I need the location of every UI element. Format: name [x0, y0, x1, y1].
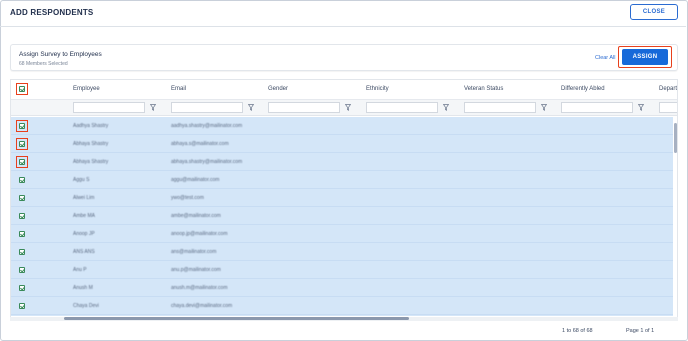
table-row[interactable]: Aadhya Shastry aadhya.shastry@mailinator… — [11, 117, 673, 135]
employee-email: abhaya.s@mailinator.com — [171, 141, 229, 147]
filter-icon[interactable] — [150, 104, 156, 111]
vertical-scrollbar[interactable] — [674, 123, 677, 153]
row-checkbox[interactable] — [19, 213, 25, 219]
employee-name: Chaya Devi — [73, 303, 99, 309]
employee-email: ywo@test.com — [171, 195, 204, 201]
column-header-gender[interactable]: Gender — [268, 80, 288, 99]
filter-input-ethnicity[interactable] — [366, 102, 438, 113]
employee-name: ANS ANS — [73, 249, 95, 255]
table-row[interactable]: Anoop JP anoop.jp@mailinator.com — [11, 225, 673, 243]
table-row[interactable]: Abhaya Shastry abhaya.shastry@mailinator… — [11, 153, 673, 171]
employee-email: anush.m@mailinator.com — [171, 285, 228, 291]
close-button[interactable]: CLOSE — [630, 4, 678, 20]
table-row[interactable]: Chaya Devi chaya.devi@mailinator.com — [11, 297, 673, 315]
filter-input-veteran-status[interactable] — [464, 102, 536, 113]
table-row[interactable]: Anush M anush.m@mailinator.com — [11, 279, 673, 297]
row-checkbox-highlight — [16, 138, 28, 150]
column-header-veteran-status[interactable]: Veteran Status — [464, 80, 503, 99]
column-header-employee[interactable]: Employee — [73, 80, 100, 99]
employee-email: ans@mailinator.com — [171, 249, 217, 255]
filter-icon[interactable] — [443, 104, 449, 111]
column-header-differently-abled[interactable]: Differently Abled — [561, 80, 605, 99]
row-checkbox[interactable] — [19, 195, 25, 201]
filter-input-differently-abled[interactable] — [561, 102, 633, 113]
employee-name: Anoop JP — [73, 231, 95, 237]
dialog-title: ADD RESPONDENTS — [10, 8, 94, 17]
employee-name: Abhaya Shastry — [73, 141, 109, 147]
assign-panel-title: Assign Survey to Employees — [19, 51, 102, 58]
employee-email: ambe@mailinator.com — [171, 213, 221, 219]
employee-email: aadhya.shastry@mailinator.com — [171, 123, 243, 129]
row-checkbox[interactable] — [19, 267, 25, 273]
clear-all-link[interactable]: Clear All — [595, 55, 615, 61]
filter-input-department[interactable] — [659, 102, 677, 113]
filter-icon[interactable] — [638, 104, 644, 111]
members-selected-count: 68 Members Selected — [19, 61, 68, 67]
row-checkbox-highlight — [16, 120, 28, 132]
column-header-email[interactable]: Email — [171, 80, 186, 99]
horizontal-scrollbar[interactable] — [64, 317, 409, 320]
employee-name: Aggu S — [73, 177, 90, 183]
table-row[interactable]: Alwei Lim ywo@test.com — [11, 189, 673, 207]
filter-input-employee[interactable] — [73, 102, 145, 113]
row-checkbox[interactable] — [19, 177, 25, 183]
table-row[interactable]: Abhaya Shastry abhaya.s@mailinator.com — [11, 135, 673, 153]
select-all-highlight — [16, 83, 28, 95]
table-row[interactable]: ANS ANS ans@mailinator.com — [11, 243, 673, 261]
filter-icon[interactable] — [248, 104, 254, 111]
employee-name: Aadhya Shastry — [73, 123, 109, 129]
employee-name: Ambe MA — [73, 213, 95, 219]
employee-name: Abhaya Shastry — [73, 159, 109, 165]
table-row[interactable]: Anu P anu.p@mailinator.com — [11, 261, 673, 279]
filter-input-email[interactable] — [171, 102, 243, 113]
row-checkbox[interactable] — [19, 285, 25, 291]
table-row[interactable]: Ambe MA ambe@mailinator.com — [11, 207, 673, 225]
column-header-ethnicity[interactable]: Ethnicity — [366, 80, 389, 99]
filter-input-gender[interactable] — [268, 102, 340, 113]
column-header-department[interactable]: Departm — [659, 80, 677, 99]
employee-name: Alwei Lim — [73, 195, 95, 201]
grid-rows: Aadhya Shastry aadhya.shastry@mailinator… — [11, 117, 673, 316]
employee-email: anoop.jp@mailinator.com — [171, 231, 228, 237]
employee-email: chaya.devi@mailinator.com — [171, 303, 233, 309]
page-indicator: Page 1 of 1 — [626, 328, 655, 334]
filter-icon[interactable] — [345, 104, 351, 111]
assign-button[interactable]: ASSIGN — [622, 49, 668, 65]
filter-icon[interactable] — [541, 104, 547, 111]
employee-grid: Employee Email Gender Ethnicity Veteran … — [10, 79, 678, 318]
row-checkbox[interactable] — [19, 303, 25, 309]
row-checkbox[interactable] — [19, 249, 25, 255]
employee-email: aggu@mailinator.com — [171, 177, 220, 183]
assign-panel: Assign Survey to Employees 68 Members Se… — [10, 44, 678, 71]
employee-email: abhaya.shastry@mailinator.com — [171, 159, 243, 165]
row-count-text: 1 to 68 of 68 — [562, 328, 593, 334]
table-row[interactable]: Aggu S aggu@mailinator.com — [11, 171, 673, 189]
employee-name: Anush M — [73, 285, 93, 291]
dialog-header: ADD RESPONDENTS CLOSE — [0, 0, 686, 27]
row-checkbox[interactable] — [19, 231, 25, 237]
employee-email: anu.p@mailinator.com — [171, 267, 221, 273]
employee-name: Anu P — [73, 267, 87, 273]
row-checkbox-highlight — [16, 156, 28, 168]
